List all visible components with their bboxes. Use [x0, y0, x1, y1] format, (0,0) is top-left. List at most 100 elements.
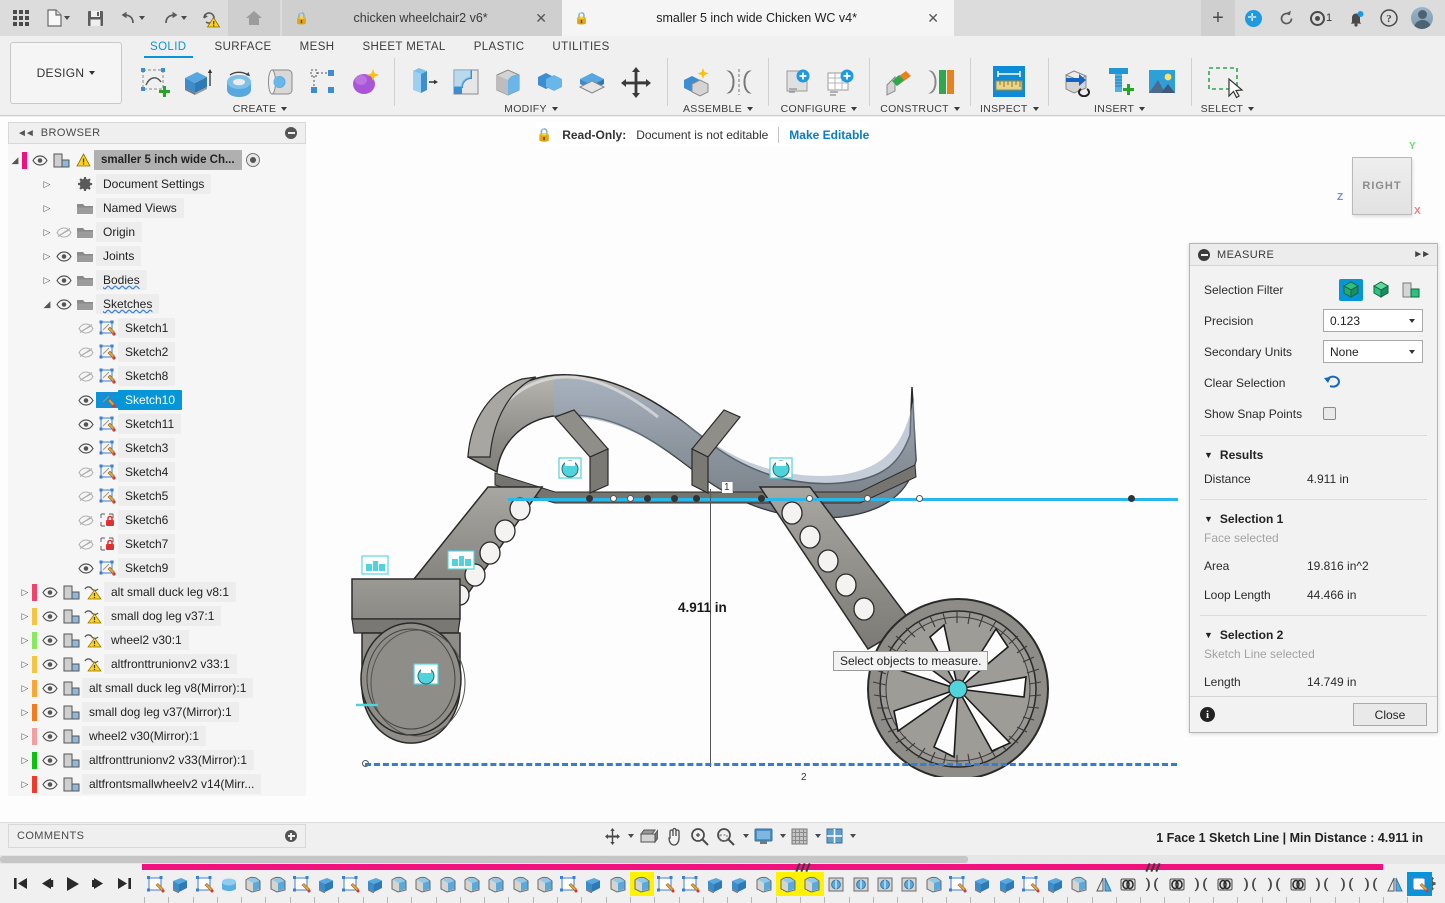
timeline-track[interactable] — [142, 864, 1407, 903]
twisty-icon[interactable]: ▷ — [40, 179, 54, 190]
insert-derive-icon[interactable] — [1058, 62, 1098, 102]
eye-icon[interactable] — [76, 419, 96, 430]
browser-item-sketch4[interactable]: Sketch4 — [8, 460, 306, 484]
twisty-icon[interactable]: ◢ — [40, 299, 54, 310]
look-at-icon[interactable] — [635, 823, 661, 849]
tab-mesh[interactable]: MESH — [286, 38, 349, 58]
browser-item-alt-small-duck-leg-v8-1[interactable]: ▷alt small duck leg v8:1 — [8, 580, 306, 604]
timeline-feature-extrude[interactable] — [581, 872, 605, 896]
browser-item-small-dog-leg-v37-1[interactable]: ▷small dog leg v37:1 — [8, 604, 306, 628]
panel-insert-label[interactable]: INSERT — [1094, 103, 1145, 115]
zoom-icon[interactable] — [687, 823, 712, 849]
timeline-feature-fillet[interactable] — [265, 872, 289, 896]
timeline-feature-fillet[interactable] — [436, 872, 460, 896]
browser-item-small-dog-leg-v37-mirror-1[interactable]: ▷small dog leg v37(Mirror):1 — [8, 700, 306, 724]
timeline-feature-sketch[interactable] — [557, 872, 581, 896]
tab-utilities[interactable]: UTILITIES — [538, 38, 623, 58]
timeline-feature-sketch[interactable] — [193, 872, 217, 896]
sketch-point[interactable] — [627, 495, 634, 502]
play-icon[interactable] — [60, 870, 84, 898]
browser-item-document-settings[interactable]: ▷Document Settings — [8, 172, 306, 196]
layout-dropdown-icon[interactable] — [850, 834, 856, 838]
timeline-feature-fillet[interactable] — [387, 872, 411, 896]
sketch-point[interactable] — [671, 495, 678, 502]
eye-icon[interactable] — [76, 371, 96, 382]
new-file-icon[interactable] — [38, 3, 78, 33]
redo-icon[interactable] — [154, 3, 194, 33]
eye-icon[interactable] — [30, 155, 50, 166]
timeline-feature-hole[interactable] — [824, 872, 848, 896]
timeline-feature-loft[interactable] — [217, 872, 241, 896]
sketch-point[interactable] — [806, 495, 813, 502]
insert-image-icon[interactable] — [1142, 62, 1182, 102]
eye-icon[interactable] — [76, 539, 96, 550]
eye-icon[interactable] — [40, 707, 60, 718]
activate-component-radio[interactable] — [246, 153, 260, 167]
timeline-feature-fillet[interactable] — [800, 872, 824, 896]
offset-plane-icon[interactable] — [879, 62, 919, 102]
timeline-feature-extrude[interactable] — [970, 872, 994, 896]
press-pull-icon[interactable] — [404, 62, 444, 102]
browser-item-wheel2-v30-1[interactable]: ▷wheel2 v30:1 — [8, 628, 306, 652]
collapse-browser-icon[interactable]: ◄◄ — [17, 128, 33, 139]
timeline-feature-fillet[interactable] — [484, 872, 508, 896]
tab-sheet-metal[interactable]: SHEET METAL — [348, 38, 459, 58]
timeline-feature-fillet[interactable] — [1067, 872, 1091, 896]
twisty-icon[interactable]: ▷ — [18, 707, 32, 718]
browser-item-alt-small-duck-leg-v8-mirror-1[interactable]: ▷alt small duck leg v8(Mirror):1 — [8, 676, 306, 700]
timeline-feature-mirror[interactable] — [1383, 872, 1407, 896]
results-section-header[interactable]: ▼ Results — [1190, 442, 1437, 464]
timeline-feature-fillet[interactable] — [776, 872, 800, 896]
browser-item-sketch5[interactable]: Sketch5 — [8, 484, 306, 508]
insert-mcmaster-icon[interactable] — [1100, 62, 1140, 102]
eye-icon[interactable] — [76, 443, 96, 454]
extensions-icon[interactable] — [1238, 3, 1268, 33]
timeline-feature-joint[interactable] — [1262, 872, 1286, 896]
select-face-filter[interactable] — [1339, 279, 1363, 301]
timeline-feature-extrude[interactable] — [363, 872, 387, 896]
browser-item-named-views[interactable]: ▷Named Views — [8, 196, 306, 220]
eye-icon[interactable] — [40, 587, 60, 598]
timeline-feature-sketch[interactable] — [144, 872, 168, 896]
measure-palette-header[interactable]: MEASURE ►► — [1190, 244, 1437, 266]
timeline-feature-mirror[interactable] — [1092, 872, 1116, 896]
timeline-scrollbar[interactable] — [0, 855, 1445, 864]
timeline-feature-extrude[interactable] — [994, 872, 1018, 896]
zoom-dropdown-icon[interactable] — [743, 834, 749, 838]
timeline-feature-rigid-group[interactable] — [1213, 872, 1237, 896]
eye-icon[interactable] — [54, 251, 74, 262]
tab-plastic[interactable]: PLASTIC — [460, 38, 539, 58]
panel-inspect-label[interactable]: INSPECT — [980, 103, 1039, 115]
browser-item-sketch7[interactable]: Sketch7 — [8, 532, 306, 556]
timeline-feature-hole[interactable] — [897, 872, 921, 896]
help-icon[interactable]: ? — [1374, 3, 1404, 33]
eye-icon[interactable] — [40, 731, 60, 742]
sweep-icon[interactable] — [261, 62, 301, 102]
eye-icon[interactable] — [40, 779, 60, 790]
go-to-beginning-icon[interactable] — [8, 870, 32, 898]
twisty-icon[interactable]: ▷ — [40, 203, 54, 214]
tab-surface[interactable]: SURFACE — [201, 38, 286, 58]
timeline-feature-rigid-group[interactable] — [1286, 872, 1310, 896]
timeline-feature-sketch[interactable] — [679, 872, 703, 896]
clear-selection-undo-icon[interactable] — [1323, 373, 1423, 393]
timeline-feature-fillet[interactable] — [606, 872, 630, 896]
selection-1-header[interactable]: ▼ Selection 1 — [1190, 506, 1437, 528]
browser-item-sketch1[interactable]: Sketch1 — [8, 316, 306, 340]
sketch-point[interactable] — [758, 495, 765, 502]
root-twisty[interactable]: ◢ — [8, 155, 22, 166]
configuration-icon[interactable] — [778, 62, 818, 102]
new-component-icon[interactable] — [677, 62, 717, 102]
timeline-feature-joint[interactable] — [1310, 872, 1334, 896]
browser-item-sketch11[interactable]: Sketch11 — [8, 412, 306, 436]
secondary-units-select[interactable]: None — [1323, 340, 1423, 363]
precision-select[interactable]: 0.123 — [1323, 309, 1423, 332]
document-tab-1[interactable]: 🔒 chicken wheelchair2 v6* ✕ — [282, 0, 562, 36]
grid-snap-icon[interactable] — [787, 823, 812, 849]
twisty-icon[interactable]: ▷ — [18, 611, 32, 622]
timeline-marker-handle-2[interactable] — [1147, 863, 1165, 870]
browser-item-wheel2-v30-mirror-1[interactable]: ▷wheel2 v30(Mirror):1 — [8, 724, 306, 748]
close-tab-1-icon[interactable]: ✕ — [532, 11, 550, 25]
timeline-feature-sketch[interactable] — [338, 872, 362, 896]
twisty-icon[interactable]: ▷ — [18, 779, 32, 790]
